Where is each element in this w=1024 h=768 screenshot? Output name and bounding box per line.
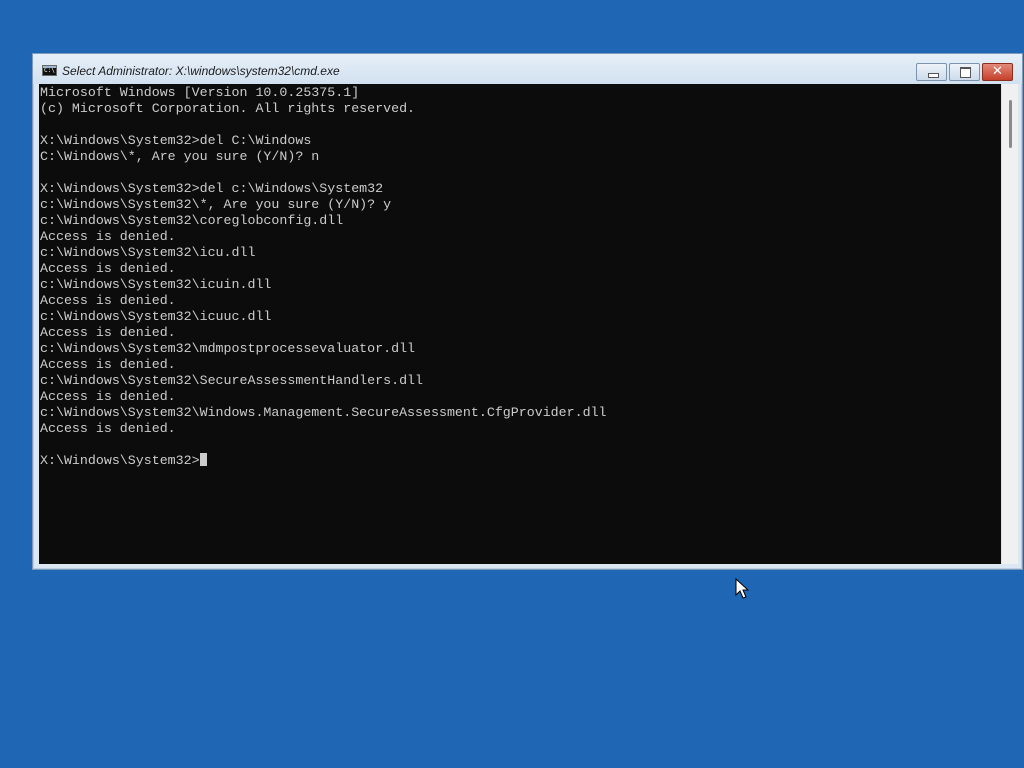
console-prompt: X:\Windows\System32> [40, 453, 200, 468]
console-line: Access is denied. [40, 293, 176, 308]
console-line: c:\Windows\System32\Windows.Management.S… [40, 405, 607, 420]
console-line: Access is denied. [40, 421, 176, 436]
desktop: C:\ Select Administrator: X:\windows\sys… [0, 0, 1024, 768]
minimize-button[interactable] [916, 63, 947, 81]
cmd-window[interactable]: C:\ Select Administrator: X:\windows\sys… [32, 53, 1023, 570]
console-line: C:\Windows\*, Are you sure (Y/N)? n [40, 149, 320, 164]
cmd-icon: C:\ [42, 65, 57, 76]
console-line: c:\Windows\System32\*, Are you sure (Y/N… [40, 197, 392, 212]
console-line: X:\Windows\System32>del c:\Windows\Syste… [40, 181, 384, 196]
console-line: Access is denied. [40, 261, 176, 276]
text-cursor [199, 453, 207, 466]
console-prompt-line: X:\Windows\System32> [40, 453, 607, 469]
window-controls: ✕ [914, 63, 1013, 81]
title-bar[interactable]: C:\ Select Administrator: X:\windows\sys… [33, 54, 1022, 84]
console-line: Access is denied. [40, 389, 176, 404]
console-line: c:\Windows\System32\icuuc.dll [40, 309, 272, 324]
mouse-pointer-icon [735, 578, 749, 599]
restore-button[interactable] [949, 63, 980, 81]
console-line: c:\Windows\System32\icuin.dll [40, 277, 272, 292]
console-line: Access is denied. [40, 229, 176, 244]
console-line: c:\Windows\System32\mdmpostprocessevalua… [40, 341, 416, 356]
console-line: c:\Windows\System32\SecureAssessmentHand… [40, 373, 424, 388]
console-line: c:\Windows\System32\icu.dll [40, 245, 256, 260]
console-line: Access is denied. [40, 357, 176, 372]
console-output: Microsoft Windows [Version 10.0.25375.1]… [40, 85, 607, 469]
console-line: c:\Windows\System32\coreglobconfig.dll [40, 213, 344, 228]
vertical-scrollbar[interactable] [1001, 84, 1018, 564]
console-line: X:\Windows\System32>del C:\Windows [40, 133, 312, 148]
console-line: (c) Microsoft Corporation. All rights re… [40, 101, 416, 116]
scrollbar-thumb[interactable] [1009, 100, 1012, 148]
window-title: Select Administrator: X:\windows\system3… [62, 64, 340, 78]
console-area[interactable]: Microsoft Windows [Version 10.0.25375.1]… [39, 84, 1001, 564]
close-icon: ✕ [992, 64, 1003, 79]
console-line: Microsoft Windows [Version 10.0.25375.1] [40, 85, 360, 100]
close-button[interactable]: ✕ [982, 63, 1013, 81]
console-line: Access is denied. [40, 325, 176, 340]
